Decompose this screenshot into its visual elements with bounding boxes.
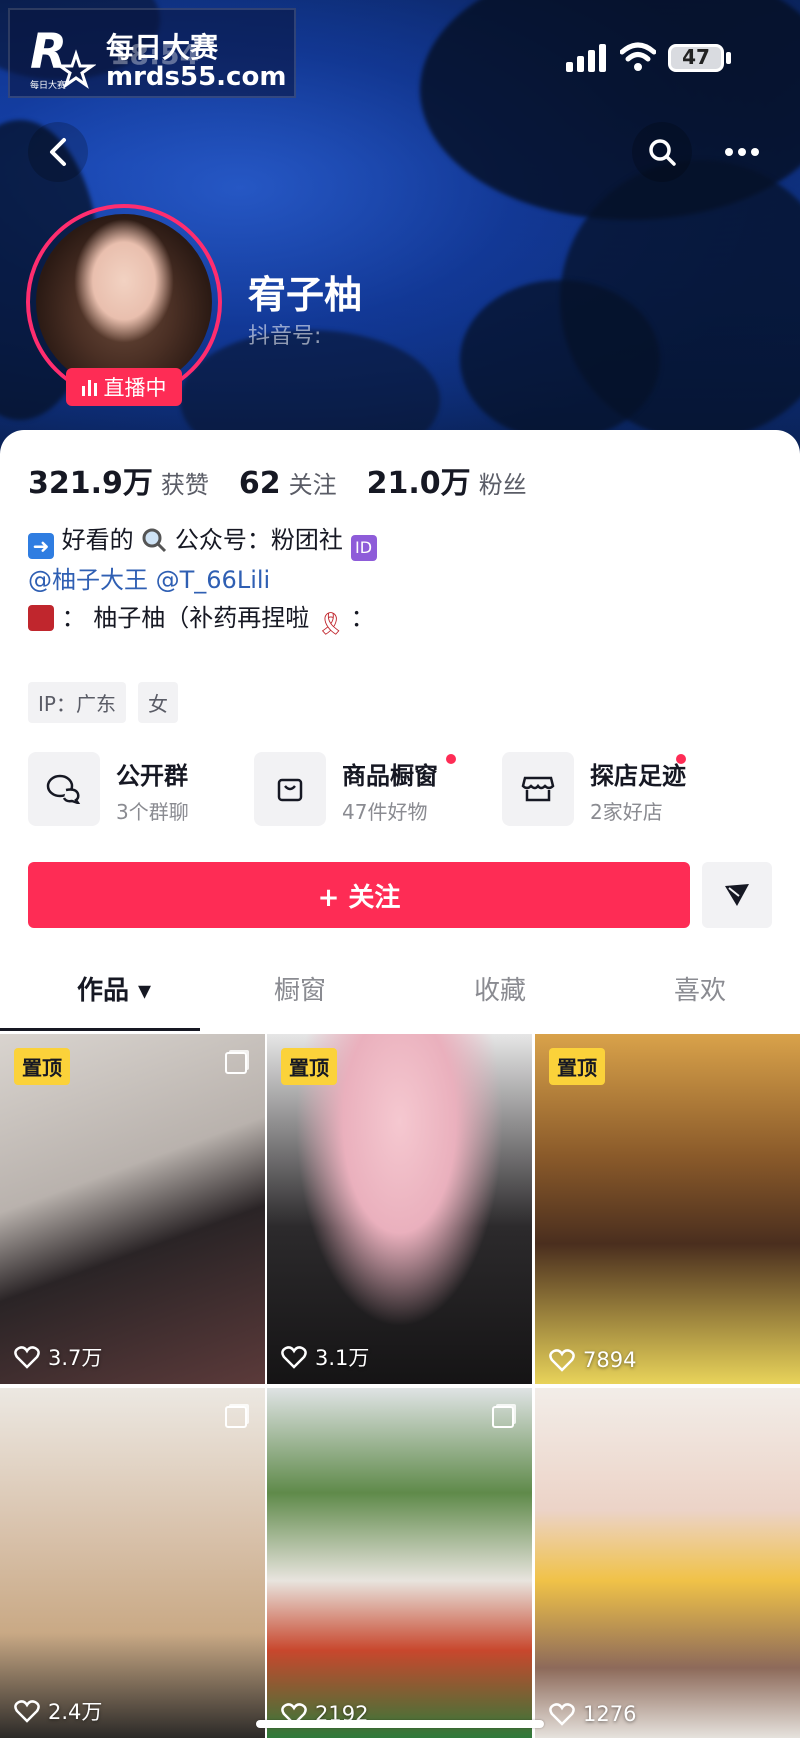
video-thumbnail[interactable]: 置顶 7894 [535,1034,800,1384]
cellular-signal-icon [566,44,606,72]
video-thumbnail[interactable]: 置顶 3.1万 [267,1034,532,1384]
status-time: 18:54 [110,38,200,71]
store-icon [502,752,574,826]
search-icon [649,139,676,166]
share-button[interactable] [702,862,772,928]
video-thumbnail[interactable]: 2192 [267,1388,532,1738]
profile-tags: IP：广东 女 [28,682,178,723]
id-emoji-icon: ID [350,535,377,561]
heart-icon [14,1700,40,1723]
video-likes: 7894 [549,1348,636,1372]
back-button[interactable] [28,122,88,182]
ribbon-emoji-icon: 🎗 [316,612,345,637]
book-emoji-icon [28,605,54,631]
tab-works[interactable]: 作品 ▾ [14,970,214,1007]
video-likes: 3.7万 [14,1342,102,1372]
group-chat-icon [28,752,100,826]
multi-image-icon [225,1052,247,1074]
profile-features: 公开群 3个群聊 商品橱窗 47件好物 探店足迹 2家好店 [28,752,788,828]
bio-line-3: ： 柚子柚（补药再捏啦 🎗 ： [28,598,375,638]
avatar-image [36,214,212,390]
feature-store-visits[interactable]: 探店足迹 2家好店 [502,752,762,828]
send-arrow-icon [725,884,749,906]
heart-icon [14,1346,40,1369]
bio-line-1: ➜ 好看的 公众号：粉团社 ID [28,520,377,561]
arrow-right-emoji-icon: ➜ [28,533,54,559]
shop-bag-icon [254,752,326,826]
heart-icon [549,1349,575,1372]
pinned-badge: 置顶 [549,1048,605,1085]
magnifier-emoji-icon [142,528,167,553]
home-indicator[interactable] [256,1720,544,1728]
stat-followers[interactable]: 21.0万 粉丝 [367,458,527,502]
stat-following[interactable]: 62 关注 [239,465,337,501]
tab-likes[interactable]: 喜欢 [600,970,800,1007]
tag-ip: IP：广东 [28,682,126,723]
search-button[interactable] [632,122,692,182]
tab-shop-window[interactable]: 橱窗 [200,970,400,1007]
video-thumbnail[interactable]: 置顶 3.7万 [0,1034,265,1384]
video-likes: 3.1万 [281,1342,369,1372]
video-grid: 置顶 3.7万 置顶 3.1万 置顶 7894 2.4万 2192 1276 [0,1034,800,1739]
svg-text:每日大赛: 每日大赛 [30,79,66,91]
stat-likes[interactable]: 321.9万 获赞 [28,458,209,502]
profile-stats: 321.9万 获赞 62 关注 21.0万 粉丝 [28,458,557,502]
douyin-id[interactable]: 抖音号: [248,318,321,350]
follow-button[interactable]: + 关注 [28,862,690,928]
video-thumbnail[interactable]: 2.4万 [0,1388,265,1738]
svg-text:R: R [30,24,67,80]
feature-public-group[interactable]: 公开群 3个群聊 [28,752,248,828]
multi-image-icon [492,1406,514,1428]
content-tabs: 作品 ▾ 橱窗 收藏 喜欢 [0,970,800,1032]
heart-icon [549,1703,575,1726]
shop-window-red-dot [446,754,456,764]
video-likes: 2.4万 [14,1696,102,1726]
live-badge-label: 直播中 [103,376,167,400]
battery-tip [726,52,731,64]
more-options-button[interactable] [712,122,772,182]
multi-image-icon [225,1406,247,1428]
video-likes: 1276 [549,1702,636,1726]
chevron-left-icon [50,138,66,166]
heart-icon [281,1346,307,1369]
bio-mentions[interactable]: @柚子大王 @T_66Lili [28,560,270,595]
live-bars-icon [81,380,97,396]
video-thumbnail[interactable]: 1276 [535,1388,800,1738]
live-badge[interactable]: 直播中 [66,368,182,406]
tag-gender: 女 [137,682,178,723]
pinned-badge: 置顶 [14,1048,70,1085]
active-tab-underline [0,1028,200,1031]
profile-name: 宥子柚 [248,273,363,317]
more-dots-icon [725,148,759,156]
watermark-logo: R 每日大赛 [30,24,96,91]
tab-favorites[interactable]: 收藏 [400,970,600,1007]
pinned-badge: 置顶 [281,1048,337,1085]
wifi-icon [620,42,656,71]
battery-indicator: 47 [668,44,724,72]
